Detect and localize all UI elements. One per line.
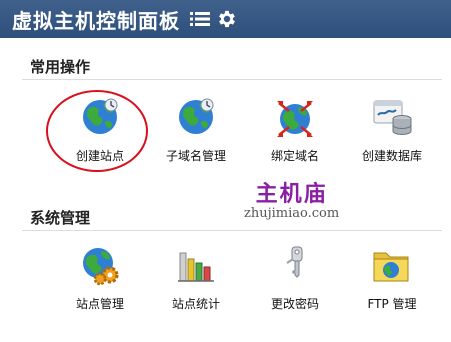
tile-site-management[interactable]: 站点管理 xyxy=(52,243,148,312)
watermark-chinese: 主机庙 xyxy=(255,181,328,207)
tile-create-database[interactable]: 创建数据库 xyxy=(344,95,440,164)
globe-icon xyxy=(83,98,118,134)
globe-gears-icon xyxy=(83,248,119,286)
tile-label: 站点统计 xyxy=(171,297,220,311)
section-title-system: 系统管理 xyxy=(30,209,91,227)
bar-chart-icon xyxy=(178,252,214,282)
watermark: 主机庙 zhujimiao.com xyxy=(244,176,339,221)
tile-label: 更改密码 xyxy=(270,297,319,311)
globe-icon xyxy=(179,98,214,134)
tile-label: 子域名管理 xyxy=(165,149,226,163)
tile-site-statistics[interactable]: 站点统计 xyxy=(148,243,244,312)
tile-label: 创建数据库 xyxy=(361,149,422,163)
tile-change-password[interactable]: 更改密码 xyxy=(247,243,343,312)
tile-label: 绑定域名 xyxy=(270,149,319,163)
header-bar: 虚拟主机控制面板 xyxy=(0,0,451,38)
tile-label: 创建站点 xyxy=(75,149,124,163)
tile-create-site[interactable]: 创建站点 xyxy=(52,95,148,164)
page-title: 虚拟主机控制面板 xyxy=(12,8,180,33)
tile-label: FTP 管理 xyxy=(367,297,417,311)
tile-label: 站点管理 xyxy=(75,297,124,311)
section-title-common: 常用操作 xyxy=(30,58,91,76)
key-icon xyxy=(286,246,303,278)
globe-arrows-icon xyxy=(277,101,313,137)
folder-globe-icon xyxy=(373,252,409,282)
mysql-database-icon xyxy=(373,100,412,136)
watermark-url: zhujimiao.com xyxy=(244,206,340,221)
tile-subdomain-management[interactable]: 子域名管理 xyxy=(148,95,244,164)
tile-ftp-management[interactable]: FTP 管理 xyxy=(344,243,440,312)
section-divider xyxy=(22,79,442,80)
gear-icon[interactable] xyxy=(216,8,238,30)
section-divider xyxy=(22,230,442,231)
tile-bind-domain[interactable]: 绑定域名 xyxy=(247,95,343,164)
menu-icon[interactable] xyxy=(190,11,210,27)
